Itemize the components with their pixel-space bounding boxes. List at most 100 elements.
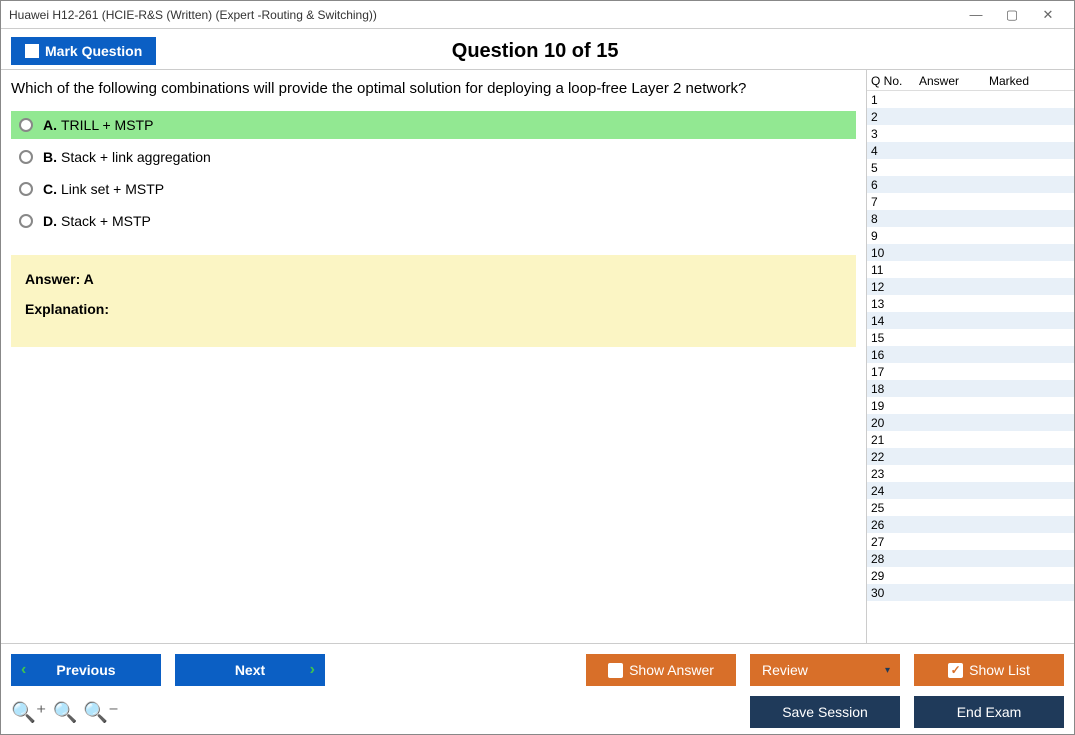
- qlist-row[interactable]: 30: [867, 584, 1074, 601]
- footer: ‹ Previous Next › Show Answer Review ▾ ✓…: [1, 643, 1074, 734]
- previous-label: Previous: [56, 662, 115, 678]
- option-C[interactable]: C. Link set + MSTP: [11, 175, 856, 203]
- qlist-row[interactable]: 14: [867, 312, 1074, 329]
- qlist-row[interactable]: 28: [867, 550, 1074, 567]
- qlist-num: 18: [871, 382, 915, 396]
- qlist-num: 25: [871, 501, 915, 515]
- qlist-num: 20: [871, 416, 915, 430]
- maximize-button[interactable]: ▢: [994, 1, 1030, 28]
- qlist-body[interactable]: 1234567891011121314151617181920212223242…: [867, 91, 1074, 643]
- qlist-num: 15: [871, 331, 915, 345]
- save-session-label: Save Session: [782, 704, 868, 720]
- checkbox-icon: [608, 663, 623, 678]
- qlist-row[interactable]: 4: [867, 142, 1074, 159]
- qlist-num: 19: [871, 399, 915, 413]
- titlebar: Huawei H12-261 (HCIE-R&S (Written) (Expe…: [1, 1, 1074, 29]
- col-marked: Marked: [989, 74, 1070, 88]
- question-panel: Which of the following combinations will…: [1, 70, 866, 643]
- qlist-row[interactable]: 7: [867, 193, 1074, 210]
- checkbox-checked-icon: ✓: [948, 663, 963, 678]
- qlist-num: 14: [871, 314, 915, 328]
- explanation-label: Explanation:: [25, 301, 842, 317]
- mark-question-label: Mark Question: [45, 43, 142, 59]
- chevron-left-icon: ‹: [21, 661, 26, 679]
- qlist-num: 7: [871, 195, 915, 209]
- qlist-row[interactable]: 10: [867, 244, 1074, 261]
- footer-row-1: ‹ Previous Next › Show Answer Review ▾ ✓…: [11, 654, 1064, 686]
- qlist-row[interactable]: 22: [867, 448, 1074, 465]
- review-dropdown[interactable]: Review ▾: [750, 654, 900, 686]
- save-session-button[interactable]: Save Session: [750, 696, 900, 728]
- radio-icon: [19, 214, 33, 228]
- qlist-row[interactable]: 20: [867, 414, 1074, 431]
- col-qno: Q No.: [871, 74, 919, 88]
- question-text: Which of the following combinations will…: [11, 80, 856, 97]
- col-answer: Answer: [919, 74, 989, 88]
- qlist-num: 22: [871, 450, 915, 464]
- qlist-num: 24: [871, 484, 915, 498]
- qlist-row[interactable]: 1: [867, 91, 1074, 108]
- next-label: Next: [235, 662, 265, 678]
- qlist-row[interactable]: 17: [867, 363, 1074, 380]
- qlist-num: 13: [871, 297, 915, 311]
- qlist-num: 3: [871, 127, 915, 141]
- option-B[interactable]: B. Stack + link aggregation: [11, 143, 856, 171]
- qlist-row[interactable]: 27: [867, 533, 1074, 550]
- qlist-num: 10: [871, 246, 915, 260]
- option-text: Link set + MSTP: [61, 181, 164, 197]
- radio-icon: [19, 150, 33, 164]
- chevron-down-icon: ▾: [885, 665, 890, 676]
- mark-question-button[interactable]: Mark Question: [11, 37, 156, 65]
- checkbox-icon: [25, 44, 39, 58]
- question-list-panel: Q No. Answer Marked 12345678910111213141…: [866, 70, 1074, 643]
- option-text: TRILL + MSTP: [61, 117, 153, 133]
- qlist-num: 5: [871, 161, 915, 175]
- options-container: A. TRILL + MSTP B. Stack + link aggregati…: [11, 111, 856, 235]
- qlist-row[interactable]: 19: [867, 397, 1074, 414]
- qlist-row[interactable]: 26: [867, 516, 1074, 533]
- option-D[interactable]: D. Stack + MSTP: [11, 207, 856, 235]
- show-answer-button[interactable]: Show Answer: [586, 654, 736, 686]
- minimize-button[interactable]: —: [958, 1, 994, 28]
- next-button[interactable]: Next ›: [175, 654, 325, 686]
- qlist-row[interactable]: 6: [867, 176, 1074, 193]
- qlist-num: 28: [871, 552, 915, 566]
- end-exam-button[interactable]: End Exam: [914, 696, 1064, 728]
- qlist-num: 30: [871, 586, 915, 600]
- zoom-out-icon[interactable]: 🔍⁻: [83, 700, 118, 725]
- previous-button[interactable]: ‹ Previous: [11, 654, 161, 686]
- zoom-in-icon[interactable]: 🔍⁺: [11, 700, 46, 725]
- qlist-num: 6: [871, 178, 915, 192]
- qlist-row[interactable]: 5: [867, 159, 1074, 176]
- qlist-row[interactable]: 3: [867, 125, 1074, 142]
- qlist-row[interactable]: 2: [867, 108, 1074, 125]
- qlist-header: Q No. Answer Marked: [867, 70, 1074, 91]
- zoom-icon[interactable]: 🔍: [52, 700, 77, 725]
- qlist-row[interactable]: 24: [867, 482, 1074, 499]
- chevron-right-icon: ›: [310, 661, 315, 679]
- qlist-row[interactable]: 9: [867, 227, 1074, 244]
- qlist-row[interactable]: 12: [867, 278, 1074, 295]
- qlist-num: 11: [871, 263, 915, 277]
- qlist-row[interactable]: 21: [867, 431, 1074, 448]
- question-counter: Question 10 of 15: [156, 40, 914, 63]
- show-list-button[interactable]: ✓ Show List: [914, 654, 1064, 686]
- option-A[interactable]: A. TRILL + MSTP: [11, 111, 856, 139]
- close-button[interactable]: ✕: [1030, 1, 1066, 28]
- qlist-row[interactable]: 13: [867, 295, 1074, 312]
- qlist-row[interactable]: 29: [867, 567, 1074, 584]
- qlist-row[interactable]: 16: [867, 346, 1074, 363]
- qlist-row[interactable]: 18: [867, 380, 1074, 397]
- option-letter: C.: [43, 181, 57, 197]
- qlist-num: 21: [871, 433, 915, 447]
- qlist-row[interactable]: 11: [867, 261, 1074, 278]
- qlist-row[interactable]: 8: [867, 210, 1074, 227]
- answer-line: Answer: A: [25, 271, 842, 287]
- qlist-row[interactable]: 23: [867, 465, 1074, 482]
- qlist-num: 23: [871, 467, 915, 481]
- footer-row-2: 🔍⁺ 🔍 🔍⁻ Save Session End Exam: [11, 696, 1064, 728]
- answer-box: Answer: A Explanation:: [11, 255, 856, 347]
- qlist-row[interactable]: 25: [867, 499, 1074, 516]
- qlist-row[interactable]: 15: [867, 329, 1074, 346]
- option-text: Stack + link aggregation: [61, 149, 211, 165]
